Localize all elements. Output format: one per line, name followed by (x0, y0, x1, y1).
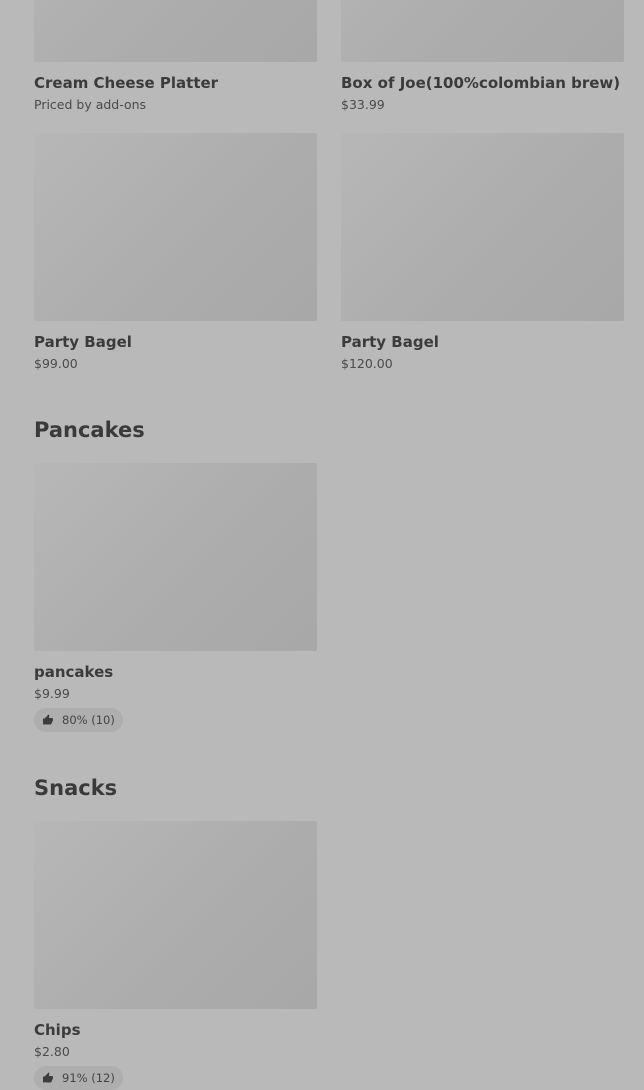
menu-item-image (34, 463, 317, 651)
thumbs-up-icon (43, 1072, 53, 1083)
menu-item-name: pancakes (34, 663, 114, 681)
menu-item-name: Box of Joe(100%colombian brew) (341, 74, 621, 92)
menu-item-image (34, 821, 317, 1009)
menu-item-image (341, 0, 624, 62)
menu-page: Cream Cheese Platter Priced by add-ons B… (0, 0, 644, 1090)
thumbs-up-icon (43, 714, 53, 725)
section-title-snacks: Snacks (34, 776, 118, 800)
rating-badge: 80% (10) (34, 708, 123, 732)
rating-text: 91% (12) (62, 1071, 115, 1085)
menu-item-card[interactable]: Cream Cheese Platter Priced by add-ons (34, 0, 317, 113)
menu-item-name: Chips (34, 1021, 81, 1039)
menu-item-name: Cream Cheese Platter (34, 74, 219, 92)
section-title-pancakes: Pancakes (34, 418, 145, 442)
rating-text: 80% (10) (62, 713, 115, 727)
menu-item-image (34, 0, 317, 62)
menu-item-price: $2.80 (34, 1044, 70, 1059)
menu-item-image (34, 133, 317, 321)
menu-item-card[interactable]: Party Bagel $120.00 (341, 133, 624, 372)
menu-item-price: $33.99 (341, 97, 385, 112)
menu-item-price: Priced by add-ons (34, 97, 147, 112)
menu-item-card[interactable]: Party Bagel $99.00 (34, 133, 317, 372)
menu-item-name: Party Bagel (341, 333, 439, 351)
rating-badge: 91% (12) (34, 1066, 123, 1090)
menu-item-card[interactable]: Chips $2.80 91% (12) (34, 821, 317, 1090)
menu-item-price: $99.00 (34, 356, 78, 371)
menu-item-name: Party Bagel (34, 333, 132, 351)
menu-item-price: $9.99 (34, 686, 70, 701)
menu-item-card[interactable]: pancakes $9.99 80% (10) (34, 463, 317, 732)
menu-item-price: $120.00 (341, 356, 393, 371)
menu-item-card[interactable]: Box of Joe(100%colombian brew) $33.99 (341, 0, 624, 113)
menu-item-image (341, 133, 624, 321)
